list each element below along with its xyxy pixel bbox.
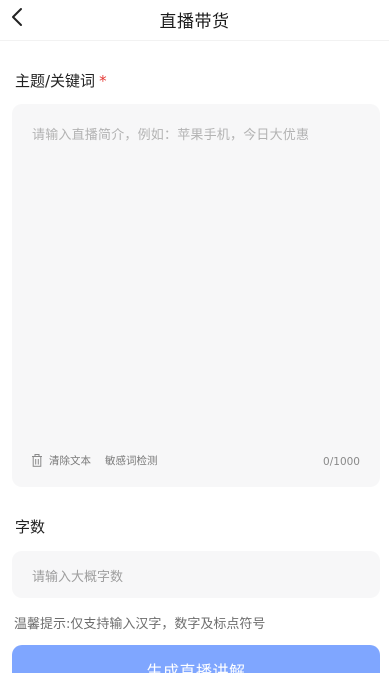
textarea-toolbar: 清除文本 敏感词检测 <box>31 453 158 468</box>
clear-text-label: 清除文本 <box>49 455 91 467</box>
generate-button-label: 生成直播讲解 <box>146 662 246 673</box>
hint-text: 温馨提示:仅支持输入汉字，数字及标点符号 <box>14 617 266 632</box>
char-counter: 0/1000 <box>323 456 360 468</box>
required-mark: * <box>99 72 107 90</box>
page: 直播带货 主题/关键词* 请输入直播简介，例如：苹果手机，今日大优惠 清除文本 <box>0 0 389 673</box>
clear-text-button[interactable]: 清除文本 <box>31 453 91 468</box>
topic-label: 主题/关键词 * <box>15 70 107 91</box>
topic-placeholder: 请输入直播简介，例如：苹果手机，今日大优惠 <box>32 128 310 143</box>
word-count-label: 字数 <box>15 518 46 536</box>
word-count-placeholder: 请输入大概字数 <box>32 570 124 585</box>
page-title: 直播带货 <box>159 12 230 32</box>
sensitive-check-button[interactable]: 敏感词检测 <box>105 453 158 468</box>
word-count-input[interactable]: 请输入大概字数 <box>12 551 380 598</box>
topic-label-text: 主题/关键词 <box>15 72 96 90</box>
nav-header: 直播带货 <box>0 0 389 41</box>
trash-icon <box>31 454 43 467</box>
topic-textarea[interactable]: 请输入直播简介，例如：苹果手机，今日大优惠 清除文本 敏感词检测 0/1000 <box>12 104 380 487</box>
sensitive-check-label: 敏感词检测 <box>105 455 158 467</box>
generate-button[interactable]: 生成直播讲解 <box>12 645 380 673</box>
